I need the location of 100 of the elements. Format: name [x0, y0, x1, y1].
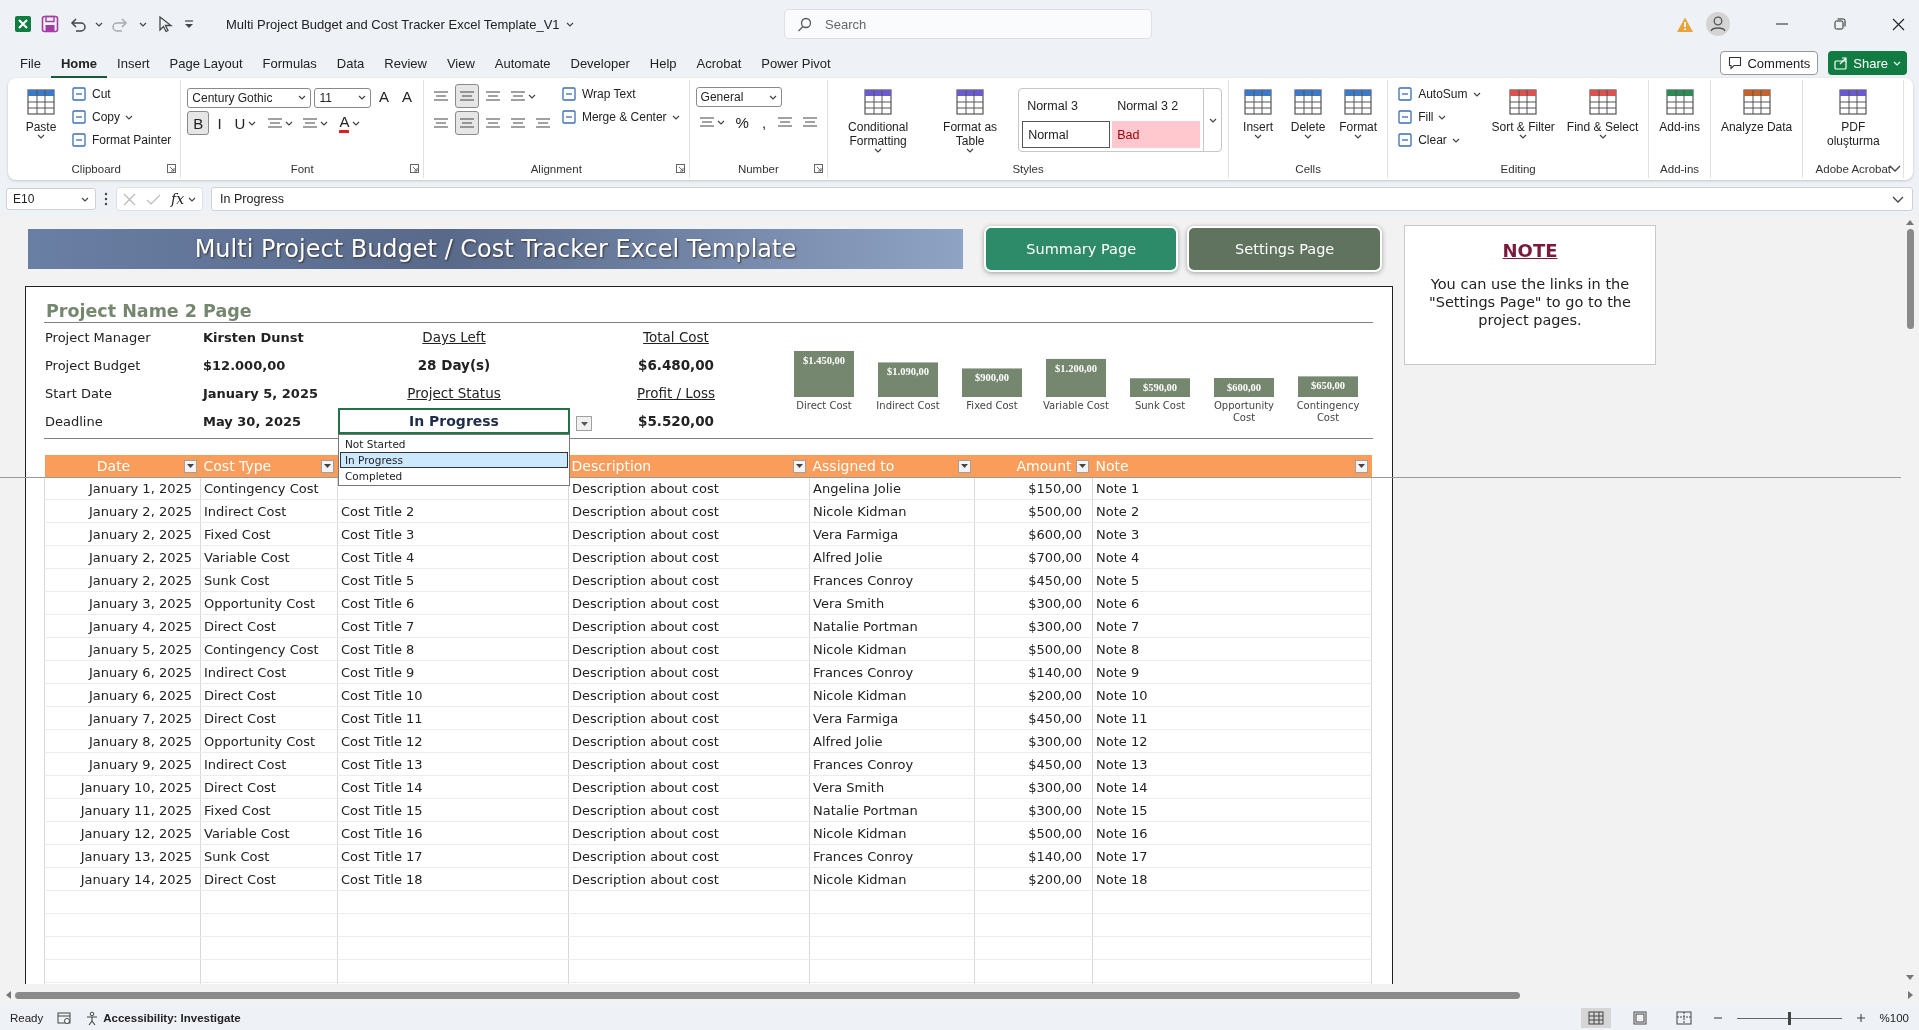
table-cell: Direct Cost	[204, 710, 276, 726]
glyph-button[interactable]: A	[373, 84, 394, 108]
filter-button[interactable]	[183, 459, 197, 473]
ribbon-button[interactable]: Insert	[1235, 84, 1282, 141]
ribbon-button[interactable]: Format as Table	[926, 84, 1015, 155]
scroll-right-icon[interactable]	[1908, 991, 1913, 999]
glyph-button[interactable]: %	[730, 110, 754, 134]
search-field[interactable]: Search	[784, 9, 1152, 39]
dropdown-button[interactable]	[576, 416, 592, 431]
filter-button[interactable]	[957, 459, 971, 473]
dropdown-field[interactable]: Century Gothic	[187, 87, 312, 108]
filter-button[interactable]	[792, 459, 806, 473]
menu-tab[interactable]: View	[436, 51, 485, 79]
menu-tab[interactable]: Help	[639, 51, 687, 79]
style-option[interactable]: Normal	[1022, 121, 1111, 148]
menu-tab[interactable]: Review	[374, 51, 437, 79]
menu-tab[interactable]: Acrobat	[686, 51, 752, 79]
dropdown-option[interactable]: In Progress	[340, 452, 568, 468]
ribbon-button[interactable]: Add-ins	[1655, 84, 1704, 136]
warning-icon[interactable]	[1676, 15, 1694, 33]
ribbon-button[interactable]: Format	[1335, 84, 1382, 141]
ribbon-button[interactable]: Conditional Formatting	[834, 84, 923, 155]
scroll-up-icon[interactable]	[1906, 220, 1914, 225]
menu-tab[interactable]: Power Pivot	[751, 51, 841, 79]
avatar-icon[interactable]	[1706, 12, 1730, 36]
more-icon[interactable]	[104, 191, 108, 207]
style-option[interactable]: Normal 3	[1022, 92, 1111, 119]
ribbon-button[interactable]: Clear	[1394, 130, 1463, 150]
dropdown-option[interactable]: Not Started	[340, 436, 568, 452]
ribbon-button[interactable]: Format Painter	[68, 130, 175, 150]
macro-icon[interactable]	[57, 1011, 72, 1025]
launcher-icon[interactable]	[167, 164, 177, 173]
undo-icon[interactable]	[68, 15, 86, 33]
glyph-button[interactable]: A	[396, 84, 417, 108]
redo-icon[interactable]	[112, 15, 130, 33]
ribbon-button[interactable]: AutoSum	[1394, 84, 1484, 104]
style-option[interactable]: Normal 3 2	[1112, 92, 1201, 119]
dropdown-field[interactable]: 11	[314, 87, 371, 108]
launcher-icon[interactable]	[814, 164, 824, 173]
ribbon-button[interactable]: PDF oluşturma	[1809, 84, 1898, 150]
filter-button[interactable]	[1354, 459, 1368, 473]
zoom-in-icon[interactable]	[1855, 1014, 1866, 1022]
slider-thumb[interactable]	[1788, 1011, 1792, 1025]
save-icon[interactable]	[41, 15, 59, 33]
ribbon-button[interactable]: Wrap Text	[557, 84, 639, 104]
ribbon-button[interactable]: Delete	[1285, 84, 1332, 141]
dropdown-field[interactable]: General	[695, 87, 783, 107]
restore-icon[interactable]	[1834, 18, 1846, 30]
launcher-icon[interactable]	[675, 164, 685, 173]
ribbon-button[interactable]: Paste	[18, 84, 64, 141]
zoom-level[interactable]: %100	[1879, 1012, 1909, 1024]
glyph-button[interactable]: I	[212, 111, 227, 135]
formula-field[interactable]: In Progress	[211, 187, 1913, 211]
scrollbar-thumb[interactable]	[1906, 229, 1914, 329]
glyph-button[interactable]: A	[334, 111, 366, 135]
app-icon[interactable]	[14, 15, 32, 33]
glyph-button[interactable]: B	[187, 111, 210, 135]
comments-button[interactable]: Comments	[1720, 51, 1819, 75]
menu-tab[interactable]: Automate	[484, 51, 561, 79]
ribbon-button[interactable]: Copy	[68, 107, 136, 127]
filter-button[interactable]	[320, 459, 334, 473]
window-title[interactable]: Multi Project Budget and Cost Tracker Excel Template_V1	[226, 16, 574, 32]
scrollbar-thumb[interactable]	[15, 991, 1520, 999]
pointer-icon[interactable]	[156, 15, 174, 33]
glyph-button[interactable]: U	[229, 111, 262, 135]
view-button[interactable]	[1580, 1008, 1611, 1028]
glyph-button[interactable]: ,	[756, 110, 772, 134]
ribbon-button[interactable]: Cut	[68, 84, 114, 104]
share-button[interactable]: Share	[1828, 51, 1907, 75]
ribbon-button[interactable]: Find & Select	[1562, 84, 1643, 141]
menu-tab[interactable]: Page Layout	[159, 51, 253, 79]
close-icon[interactable]	[1892, 17, 1905, 31]
ribbon-button[interactable]: Merge & Center	[557, 107, 683, 127]
expand-icon[interactable]	[1892, 195, 1904, 203]
filter-button[interactable]	[1075, 459, 1089, 473]
menu-tab[interactable]: Formulas	[252, 51, 327, 79]
page-link-button[interactable]: Summary Page	[985, 228, 1177, 270]
menu-tab[interactable]: Data	[326, 51, 375, 79]
scroll-down-icon[interactable]	[1906, 975, 1914, 980]
check-icon[interactable]	[146, 192, 161, 206]
accessibility-button[interactable]: Accessibility: Investigate	[85, 1010, 241, 1026]
customize-icon[interactable]	[183, 19, 195, 29]
style-option[interactable]: Bad	[1112, 121, 1201, 148]
zoom-out-icon[interactable]	[1712, 1014, 1723, 1022]
ribbon-button[interactable]: Fill	[1394, 107, 1450, 127]
menu-tab[interactable]: Insert	[107, 51, 160, 79]
dropdown-option[interactable]: Completed	[340, 468, 568, 484]
insert-function-button[interactable]: fx	[171, 191, 197, 207]
collapse-icon[interactable]	[1889, 165, 1901, 172]
toolbar-button[interactable]	[454, 111, 479, 135]
ribbon-button[interactable]: Analyze Data	[1716, 84, 1797, 136]
ribbon-button[interactable]: Sort & Filter	[1487, 84, 1559, 141]
menu-tab[interactable]: Developer	[560, 51, 640, 79]
launcher-icon[interactable]	[409, 164, 419, 173]
page-link-button[interactable]: Settings Page	[1189, 228, 1380, 270]
scroll-left-icon[interactable]	[6, 991, 11, 999]
menu-tab[interactable]: File	[10, 51, 51, 79]
toolbar-button[interactable]	[454, 84, 479, 108]
status-field[interactable]: In Progress	[338, 408, 570, 434]
name-box[interactable]: E10	[6, 188, 96, 210]
